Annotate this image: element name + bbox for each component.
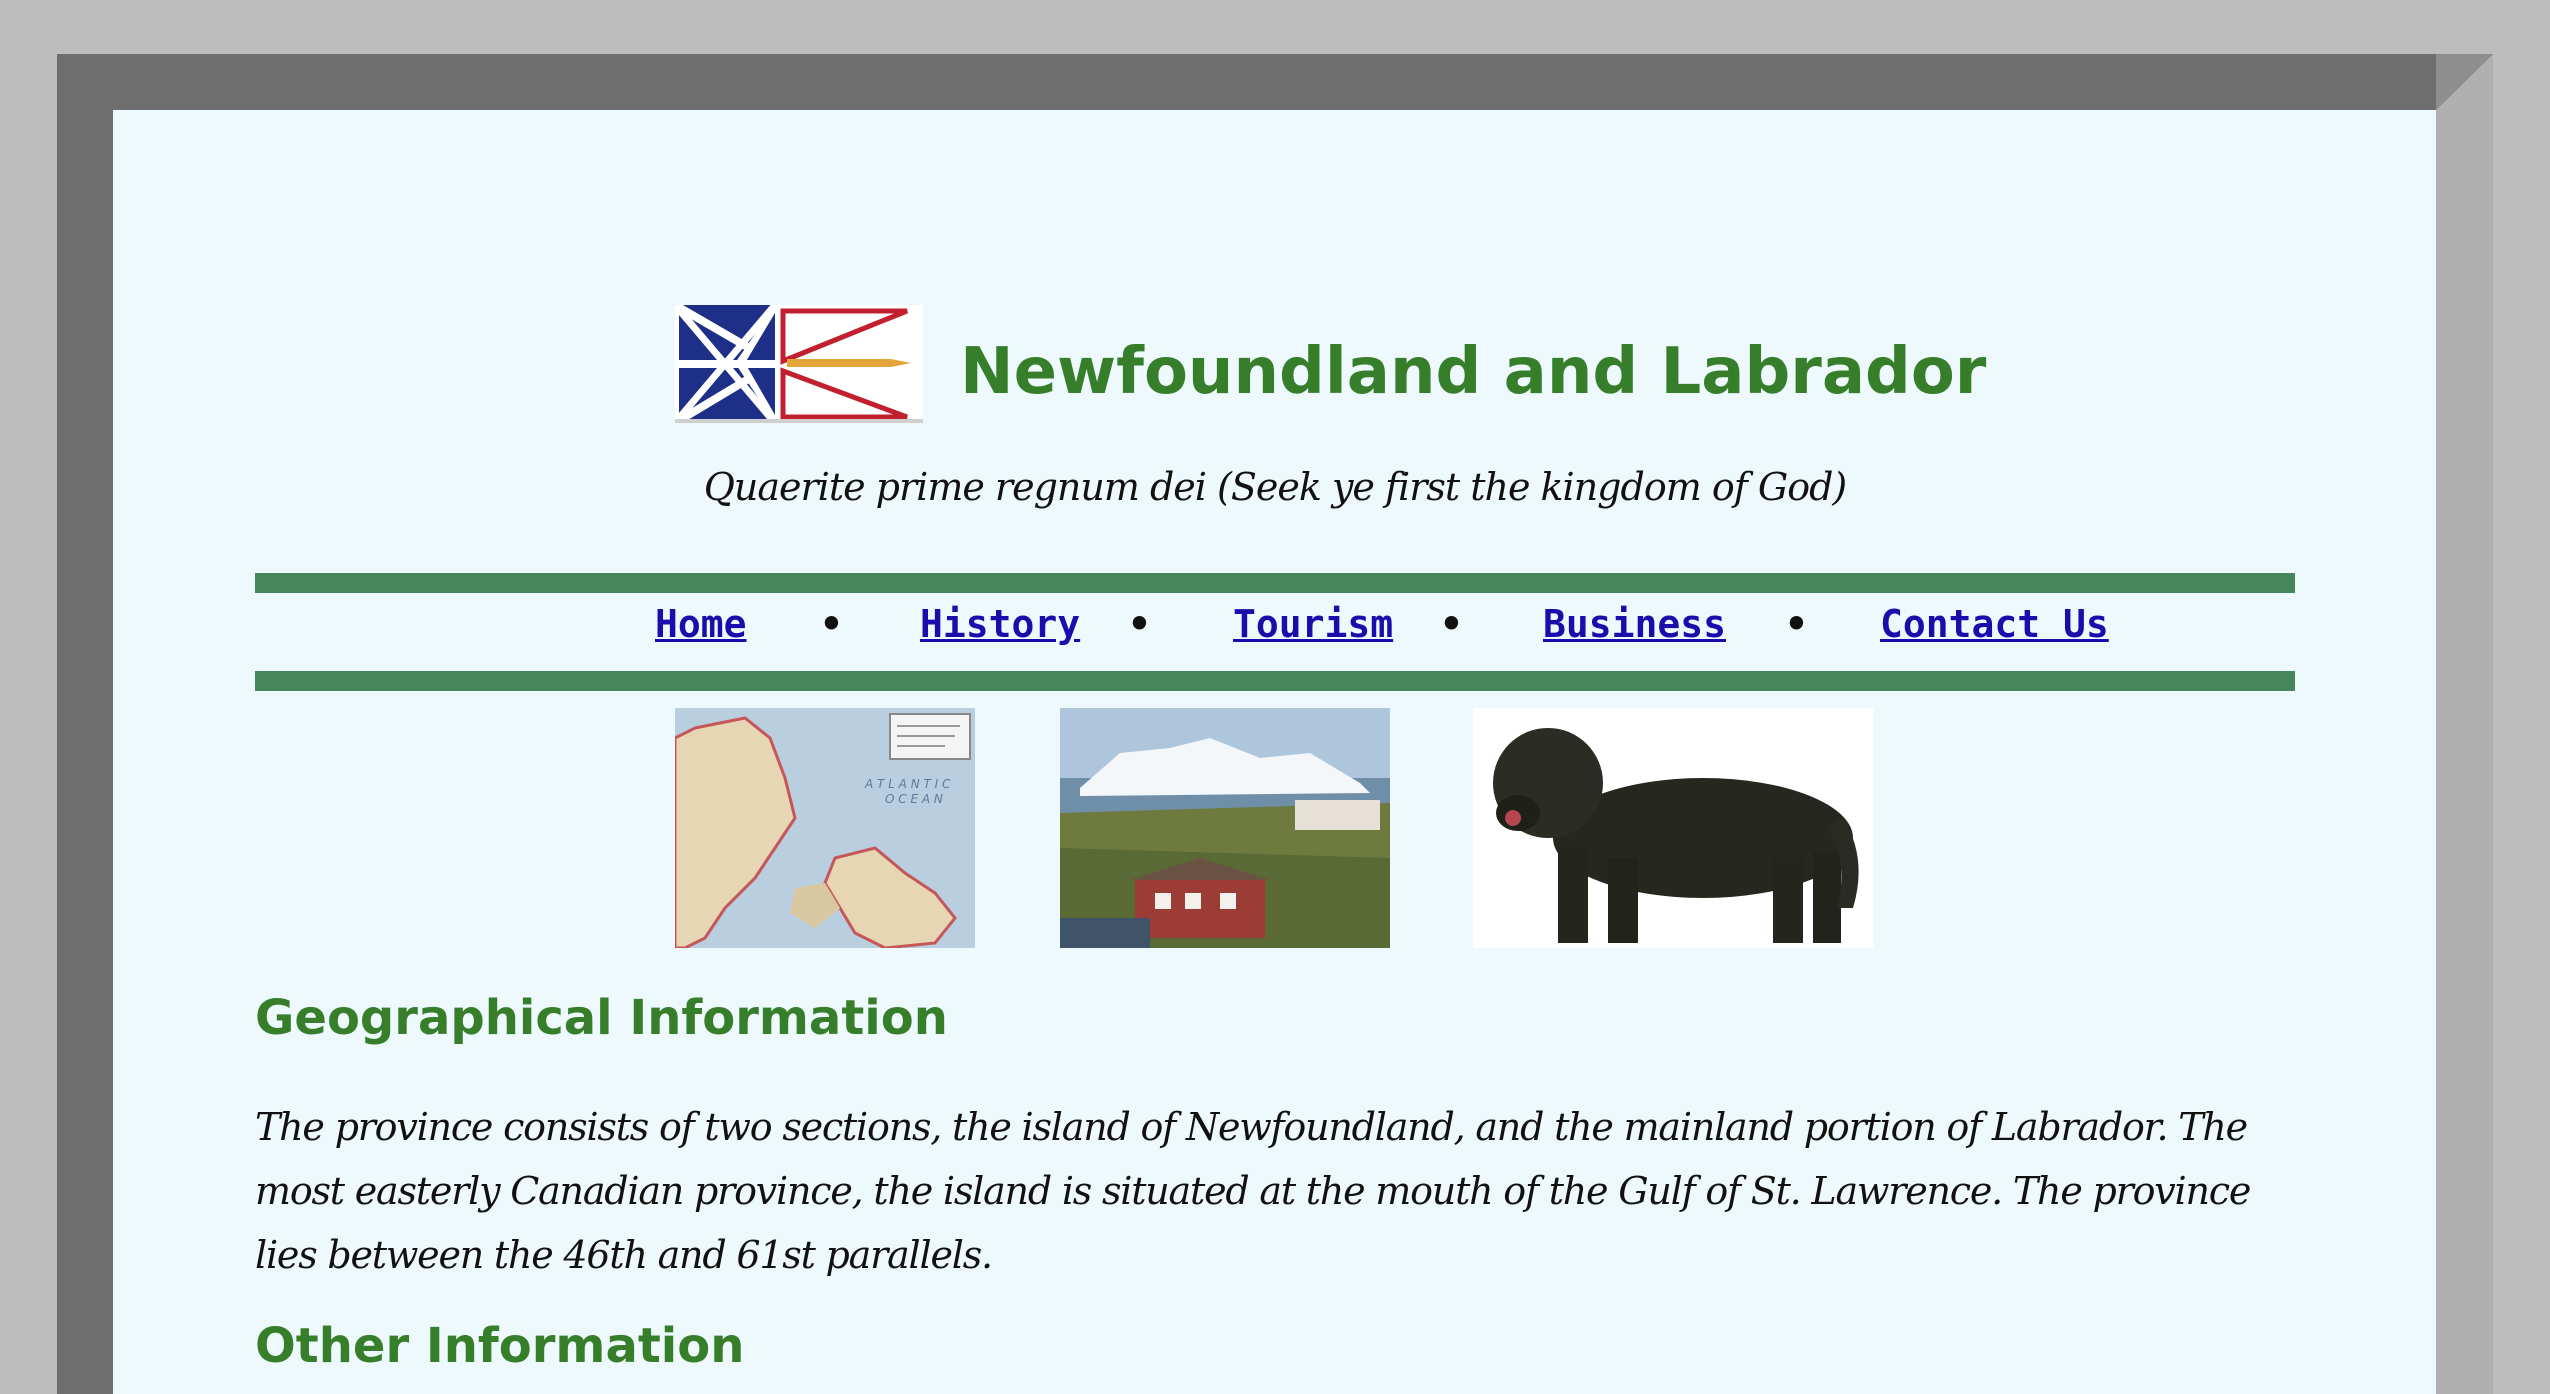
nav-link-business[interactable]: Business bbox=[1543, 602, 1726, 646]
page: Newfoundland and Labrador Quaerite prime… bbox=[113, 110, 2436, 1394]
nav-link-contact-us[interactable]: Contact Us bbox=[1880, 602, 2109, 646]
geographical-paragraph: The province consists of two sections, t… bbox=[255, 1105, 2251, 1277]
browser-frame: Newfoundland and Labrador Quaerite prime… bbox=[0, 0, 2550, 1394]
nav-rule-top bbox=[255, 573, 2295, 593]
section-heading-other: Other Information bbox=[255, 1318, 745, 1374]
nav-link-tourism[interactable]: Tourism bbox=[1233, 602, 1393, 646]
section-heading-geographical: Geographical Information bbox=[255, 990, 948, 1046]
site-title: Newfoundland and Labrador bbox=[960, 335, 1987, 409]
nav-link-home[interactable]: Home bbox=[655, 602, 747, 646]
site-header: Newfoundland and Labrador bbox=[255, 295, 2295, 435]
nav-link-history[interactable]: History bbox=[920, 602, 1080, 646]
main-navigation: Home • History • Tourism • Business • Co… bbox=[255, 602, 2295, 662]
province-map-image: A T L A N T I C O C E A N bbox=[675, 708, 975, 948]
provincial-flag-icon bbox=[675, 305, 923, 423]
nav-rule-bottom bbox=[255, 671, 2295, 691]
site-motto: Quaerite prime regnum dei (Seek ye first… bbox=[703, 465, 1847, 509]
nav-separator: • bbox=[1128, 602, 1151, 646]
nav-separator: • bbox=[820, 602, 843, 646]
frame-bevel-right bbox=[2436, 54, 2493, 1394]
iceberg-village-image bbox=[1060, 708, 1390, 948]
nav-separator: • bbox=[1785, 602, 1808, 646]
newfoundland-dog-image bbox=[1473, 708, 1873, 948]
nav-separator: • bbox=[1440, 602, 1463, 646]
svg-text:A T L A N T I C: A T L A N T I C bbox=[864, 777, 951, 791]
svg-text:O C E A N: O C E A N bbox=[885, 792, 943, 806]
